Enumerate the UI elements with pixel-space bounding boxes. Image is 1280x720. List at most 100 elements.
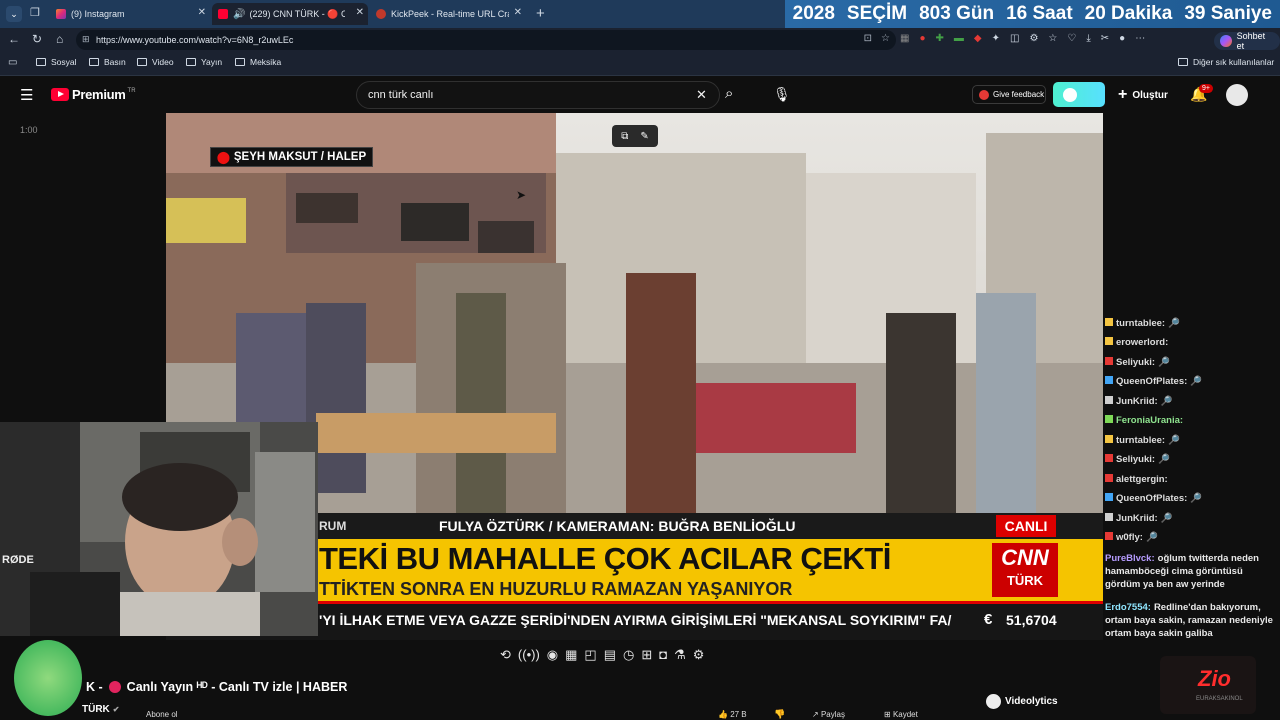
tab-label: (9) Instagram — [71, 9, 125, 19]
back-icon[interactable]: ← — [8, 32, 20, 46]
bookmark-folder-basin[interactable]: Basın — [89, 57, 126, 67]
tab-kickpeek[interactable]: KickPeek - Real-time URL Crawler ✕ — [370, 3, 526, 25]
chat-text: 🔎 — [1168, 318, 1180, 329]
bookmark-label: Sosyal — [51, 57, 77, 67]
subscribe-button[interactable]: Abone ol — [146, 710, 178, 719]
expand-icon[interactable]: ▤ — [604, 647, 616, 663]
copilot-chat-button[interactable]: Sohbet et — [1214, 31, 1280, 51]
workspaces-icon[interactable]: ❐ — [30, 6, 40, 19]
chat-badge-icon — [1105, 357, 1113, 365]
address-bar[interactable]: ⊞ https://www.youtube.com/watch?v=6N8_r2… — [76, 30, 896, 50]
title-prefix: K - — [86, 680, 103, 694]
countdown-days: 803 Gün — [919, 3, 995, 24]
flask-icon[interactable]: ⚗ — [674, 647, 686, 663]
extension-icon[interactable]: ▬ — [954, 33, 964, 44]
new-tab-icon[interactable]: + — [536, 5, 545, 22]
tab-cnn-turk[interactable]: 🔊 (229) CNN TÜRK - 🔴 Canlı Yayın ✕ — [212, 3, 368, 25]
loop-icon[interactable]: ⟲ — [500, 647, 511, 663]
election-countdown: 2028 SEÇİM 803 Gün 16 Saat 20 Dakika 39 … — [784, 0, 1280, 28]
favorites-icon[interactable]: ☆ — [1048, 33, 1057, 44]
collections-icon[interactable]: ♡ — [1067, 33, 1076, 44]
countdown-seconds: 39 Saniye — [1184, 3, 1272, 24]
close-tab-icon[interactable]: ✕ — [356, 7, 364, 18]
account-avatar[interactable] — [1226, 84, 1248, 106]
split-screen-icon[interactable]: ◫ — [1010, 33, 1019, 44]
search-value: cnn türk canlı — [368, 89, 434, 101]
chat-message: QueenOfPlates: 🔎 — [1105, 493, 1202, 504]
bookmark-folder-meksika[interactable]: Meksika — [235, 57, 281, 67]
close-tab-icon[interactable]: ✕ — [514, 7, 522, 18]
speaker-icon[interactable]: 🔊 — [233, 9, 245, 20]
youtube-play-icon — [51, 88, 69, 101]
video-overlay-controls[interactable]: ⧉ ✎ — [612, 125, 658, 147]
reload-icon[interactable]: ↻ — [32, 32, 42, 46]
more-icon[interactable]: ⋯ — [1135, 33, 1145, 44]
screenshot-icon[interactable]: ✂ — [1101, 33, 1109, 44]
clear-search-icon[interactable]: ✕ — [696, 87, 707, 103]
settings-gear-icon[interactable]: ⚙ — [1029, 33, 1038, 44]
cinema-icon[interactable]: ▦ — [565, 647, 577, 663]
note-icon[interactable]: ✎ — [640, 131, 648, 142]
chat-message: alettgergin: — [1105, 474, 1171, 485]
chat-username: Seliyuki: — [1116, 454, 1156, 465]
folder-icon — [137, 58, 147, 66]
microphone-icon[interactable]: 🎙 — [773, 86, 791, 103]
chat-username: QueenOfPlates: — [1116, 493, 1188, 504]
bookmark-folder-yayin[interactable]: Yayın — [186, 57, 222, 67]
bookmark-folder-video[interactable]: Video — [137, 57, 174, 67]
chat-username: Erdo7554: — [1105, 602, 1151, 613]
bookmark-folder-sosyal[interactable]: Sosyal — [36, 57, 77, 67]
create-button[interactable]: + Oluştur — [1118, 86, 1168, 104]
reader-icon[interactable]: ⊡ — [864, 33, 872, 44]
home-icon[interactable]: ⌂ — [56, 32, 63, 46]
extension-icon[interactable]: ✚ — [936, 33, 944, 44]
channel-name[interactable]: TÜRK ✔ — [82, 704, 119, 715]
chat-username: PureBlvck: — [1105, 553, 1155, 564]
videolytics-button[interactable]: Videolytics — [986, 694, 1058, 709]
subhead-text: TTİKTEN SONRA EN HUZURLU RAMAZAN YAŞANIY… — [319, 579, 793, 599]
country-badge: TR — [127, 87, 136, 94]
tab-list-button[interactable]: ⌄ — [6, 6, 22, 22]
settings-gear-icon[interactable]: ⚙ — [693, 647, 705, 663]
chat-username: alettgergin: — [1116, 474, 1168, 485]
close-tab-icon[interactable]: ✕ — [198, 7, 206, 18]
add-icon[interactable]: ⊞ — [641, 647, 652, 663]
other-bookmarks[interactable]: Diğer sık kullanılanlar — [1178, 57, 1274, 67]
pip-icon[interactable]: ⧉ — [621, 131, 628, 142]
extension-icon[interactable]: ◆ — [974, 33, 982, 44]
eye-icon[interactable]: ◉ — [547, 647, 558, 663]
sidebar-toggle-icon[interactable]: ▭ — [8, 57, 17, 68]
profile-avatar[interactable]: ● — [1119, 33, 1125, 44]
share-button[interactable]: ↗ Paylaş — [812, 710, 845, 719]
youtube-logo[interactable]: Premium TR — [51, 87, 136, 102]
chat-overlay: turntablee: 🔎 erowerlord: Seliyuki: 🔎 QueenOf… — [1103, 318, 1280, 650]
site-info-icon[interactable]: ⊞ — [82, 34, 90, 45]
kickpeek-icon — [376, 9, 386, 19]
zio-logo-box: Zio EURAKSAKINOL — [1160, 656, 1256, 714]
search-input[interactable]: cnn türk canlı ✕ — [356, 81, 720, 109]
extension-icon[interactable]: ▦ — [900, 33, 909, 44]
like-button[interactable]: 👍 27 B — [718, 710, 747, 719]
audio-icon[interactable]: ((•)) — [518, 647, 540, 663]
search-icon[interactable]: ⌕ — [725, 85, 733, 102]
screenshot-icon[interactable]: ◘ — [659, 647, 667, 663]
dislike-icon[interactable]: 👎 — [774, 709, 785, 720]
speed-icon[interactable]: ◷ — [623, 647, 634, 663]
streamer-webcam: RØDE — [0, 422, 318, 636]
chat-username: turntablee: — [1116, 435, 1166, 446]
save-button[interactable]: ⊞ Kaydet — [884, 710, 918, 719]
extension-toggle-button[interactable] — [1053, 82, 1105, 107]
extensions-puzzle-icon[interactable]: ✦ — [992, 33, 1000, 44]
chat-message: turntablee: 🔎 — [1105, 318, 1180, 329]
extensions-bar: ▦ ● ✚ ▬ ◆ ✦ ◫ ⚙ ☆ ♡ ⤓ ✂ ● ⋯ — [900, 33, 1145, 44]
tab-instagram[interactable]: (9) Instagram ✕ — [50, 3, 210, 25]
extension-icon[interactable]: ● — [919, 33, 925, 44]
menu-icon[interactable]: ☰ — [20, 86, 33, 104]
size-icon[interactable]: ◰ — [584, 647, 596, 663]
favorite-star-icon[interactable]: ☆ — [881, 33, 890, 44]
folder-icon — [89, 58, 99, 66]
give-feedback-button[interactable]: Give feedback — [972, 85, 1046, 104]
location-tag: ⬤ ŞEYH MAKSUT / HALEP — [210, 147, 374, 167]
folder-icon — [186, 58, 196, 66]
downloads-icon[interactable]: ⤓ — [1086, 33, 1090, 44]
